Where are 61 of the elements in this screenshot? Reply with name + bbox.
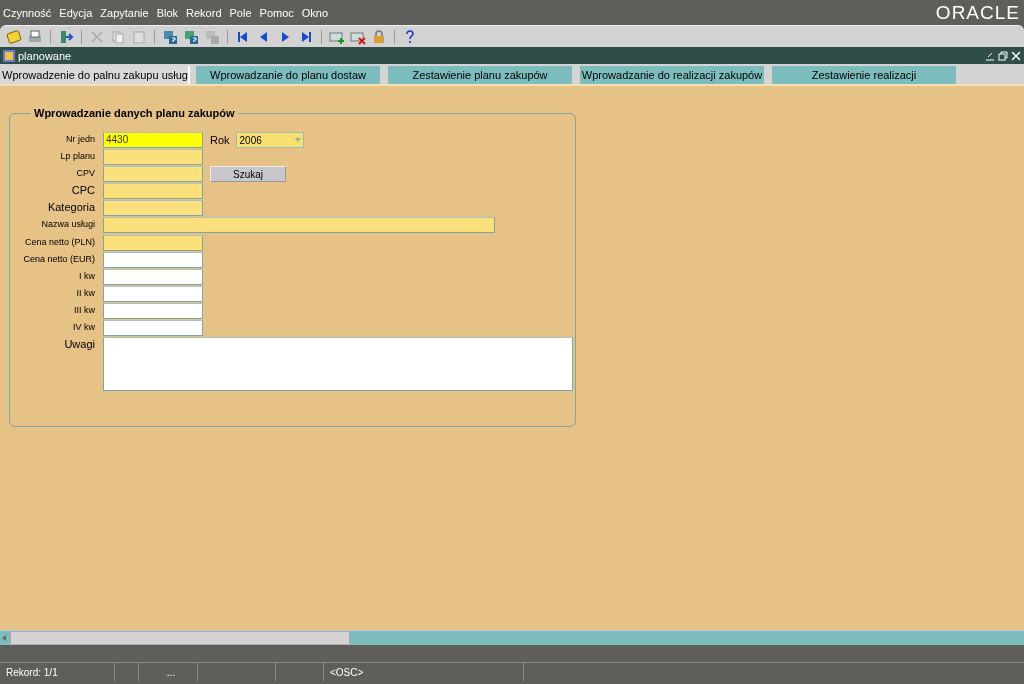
field-label: III kw [73,303,96,317]
input-field[interactable] [103,285,203,302]
exit-icon[interactable] [58,28,74,45]
menu-item[interactable]: Edycja [59,6,93,19]
input-field[interactable] [103,302,203,319]
form-icon [3,49,15,62]
input-field[interactable] [103,183,203,200]
status-text: Rekord: 1/1 [0,663,115,681]
input-field[interactable] [103,217,495,234]
field-label: I kw [78,269,96,283]
copy-icon[interactable] [110,28,126,45]
lock-icon[interactable] [371,28,387,45]
text-area[interactable] [103,337,573,392]
field-label: IV kw [72,321,96,335]
field-label: Rok [210,134,230,146]
minimize-icon[interactable] [985,50,995,61]
field-label: CPC [70,183,96,199]
caret-icon [292,136,303,144]
restore-icon[interactable] [998,50,1008,61]
status-text: <OSC> [324,663,524,681]
input-field[interactable] [103,149,203,166]
tab[interactable]: Wprowadzanie do planu dostaw [196,66,382,84]
input-field[interactable] [103,166,203,183]
menu-item[interactable]: Okno [301,6,329,19]
year-dropdown[interactable]: 2006 [235,132,304,148]
menu-item[interactable]: Zapytanie [100,6,149,19]
tab[interactable]: Wprowadzanie do realizacji zakupów [580,66,766,84]
menu-item[interactable]: Blok [156,6,179,19]
brand-logo: ORACLE [935,1,1020,24]
input-field[interactable] [103,268,203,285]
field-label: CPV [75,167,96,181]
field-label: Lp planu [59,150,96,164]
search-button[interactable]: Szukaj [210,166,286,183]
menu-item[interactable]: Pomoc [259,6,294,19]
cut-icon[interactable] [89,28,105,45]
tab[interactable]: Wprowadzenie do palnu zakupu usług [2,66,190,84]
scroll-left-icon[interactable] [0,632,8,644]
window-title: planowane [18,49,72,62]
field-label: Kategoria [46,200,96,216]
menu-item[interactable]: Czynność [3,6,52,19]
tab[interactable]: Zestawienie planu zakupów [388,66,574,84]
input-field[interactable] [103,200,203,217]
field-label: Uwagi [63,337,96,353]
tab[interactable]: Zestawienie realizacji [772,66,958,84]
paste-icon[interactable] [131,28,147,45]
field-label: II kw [75,286,96,300]
group-title: Wprowadzanie danych planu zakupów [30,107,239,119]
input-field[interactable] [103,251,203,268]
input-field[interactable] [103,320,203,337]
print-icon[interactable] [27,28,43,45]
field-label: Nr jedn [65,133,96,146]
status-text: ... [139,663,198,681]
menu-item[interactable]: Rekord [186,6,222,19]
input-field[interactable]: 4430 [103,132,203,148]
field-label: Cena netto (PLN) [23,235,96,249]
input-field[interactable] [103,234,203,251]
scrollbar-thumb[interactable] [10,631,350,645]
menu-item[interactable]: Pole [229,6,252,19]
close-icon[interactable] [1011,50,1021,61]
field-label: Cena netto (EUR) [22,252,96,266]
field-label: Nazwa usługi [40,218,96,232]
